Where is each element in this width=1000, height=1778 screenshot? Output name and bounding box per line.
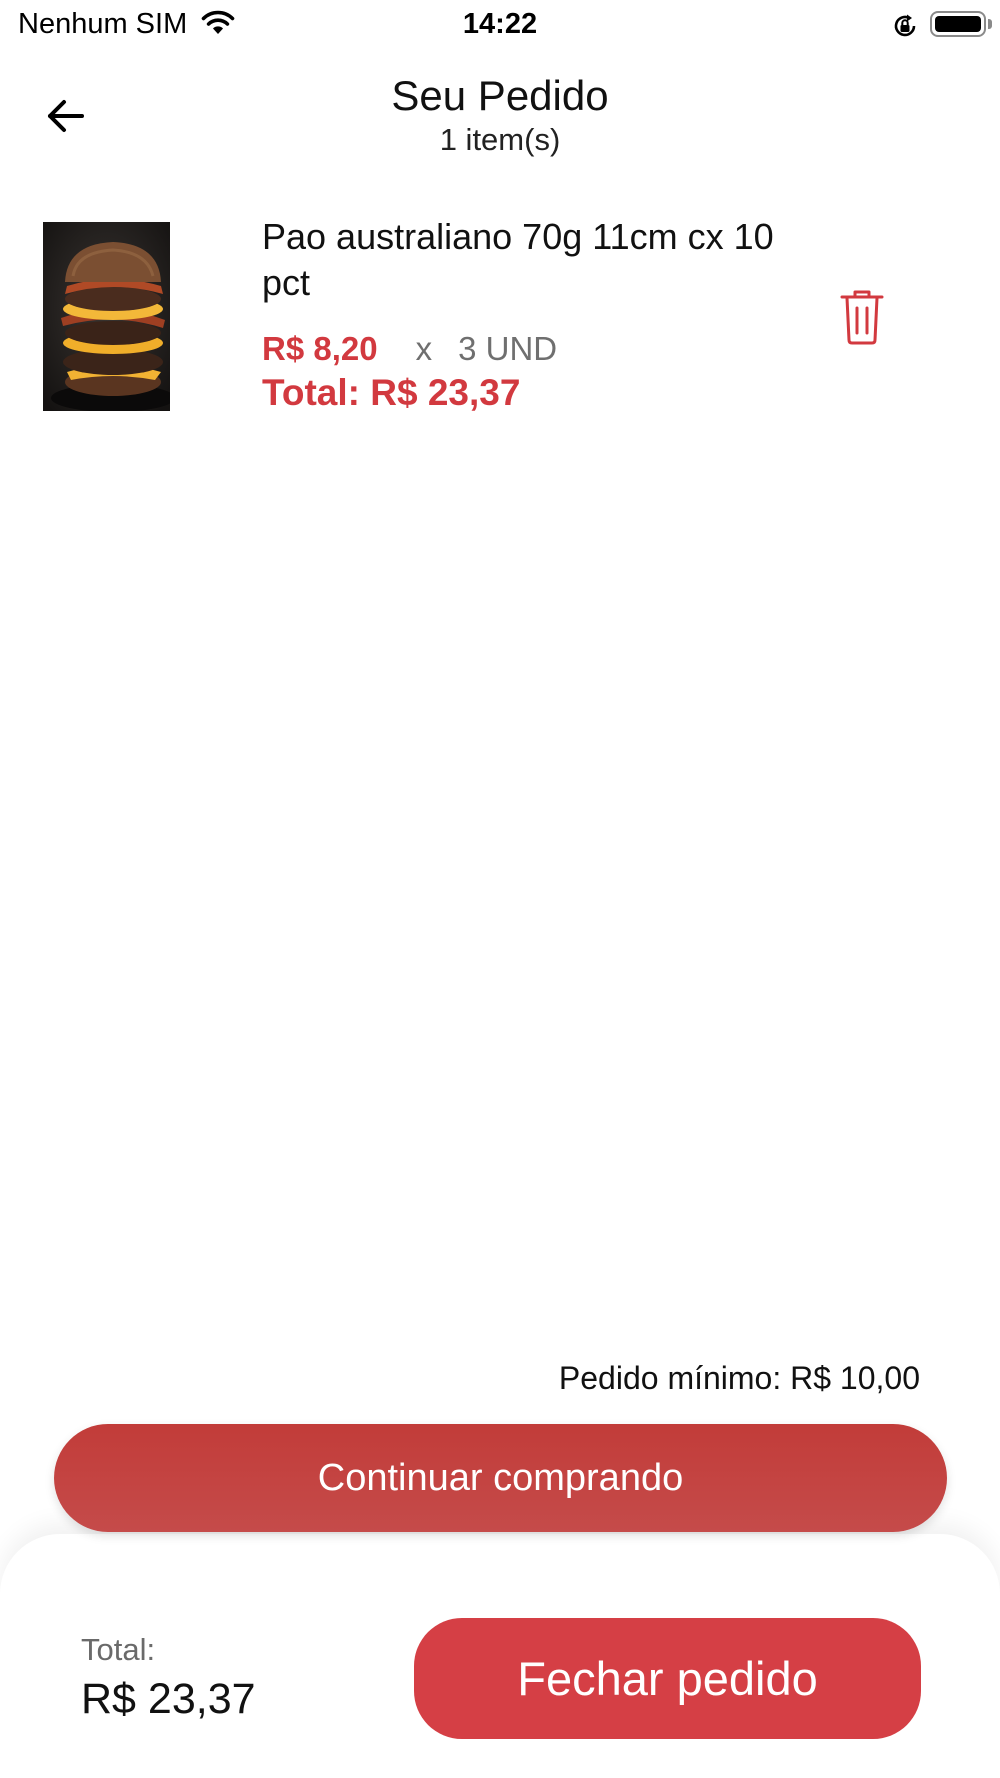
status-bar: Nenhum SIM 14:22 [0, 0, 1000, 52]
rotation-lock-icon [891, 12, 919, 45]
order-total: R$ 23,37 [81, 1675, 256, 1723]
quantity: 3 UND [458, 330, 558, 367]
product-name: Pao australiano 70g 11cm cx 10 pct [262, 216, 774, 303]
battery-icon [930, 11, 986, 37]
item-count: 1 item(s) [439, 122, 561, 157]
minimum-order: Pedido mínimo: R$ 10,00 [558, 1360, 920, 1396]
continue-shopping-button[interactable]: Continuar comprando [54, 1424, 947, 1532]
checkout-button[interactable]: Fechar pedido [414, 1618, 921, 1739]
item-total: Total: R$ 23,37 [262, 372, 521, 413]
trash-icon [840, 290, 884, 345]
status-time: 14:22 [462, 8, 538, 40]
total-label: Total: [81, 1632, 156, 1667]
multiply-sign: x [415, 330, 433, 367]
product-image [43, 222, 170, 411]
delete-item-button[interactable] [834, 288, 890, 348]
battery-cap [988, 19, 992, 29]
price-row: R$ 8,20 x 3 UND [262, 330, 557, 368]
unit-price: R$ 8,20 [262, 330, 378, 367]
page-title: Seu Pedido [391, 72, 609, 119]
